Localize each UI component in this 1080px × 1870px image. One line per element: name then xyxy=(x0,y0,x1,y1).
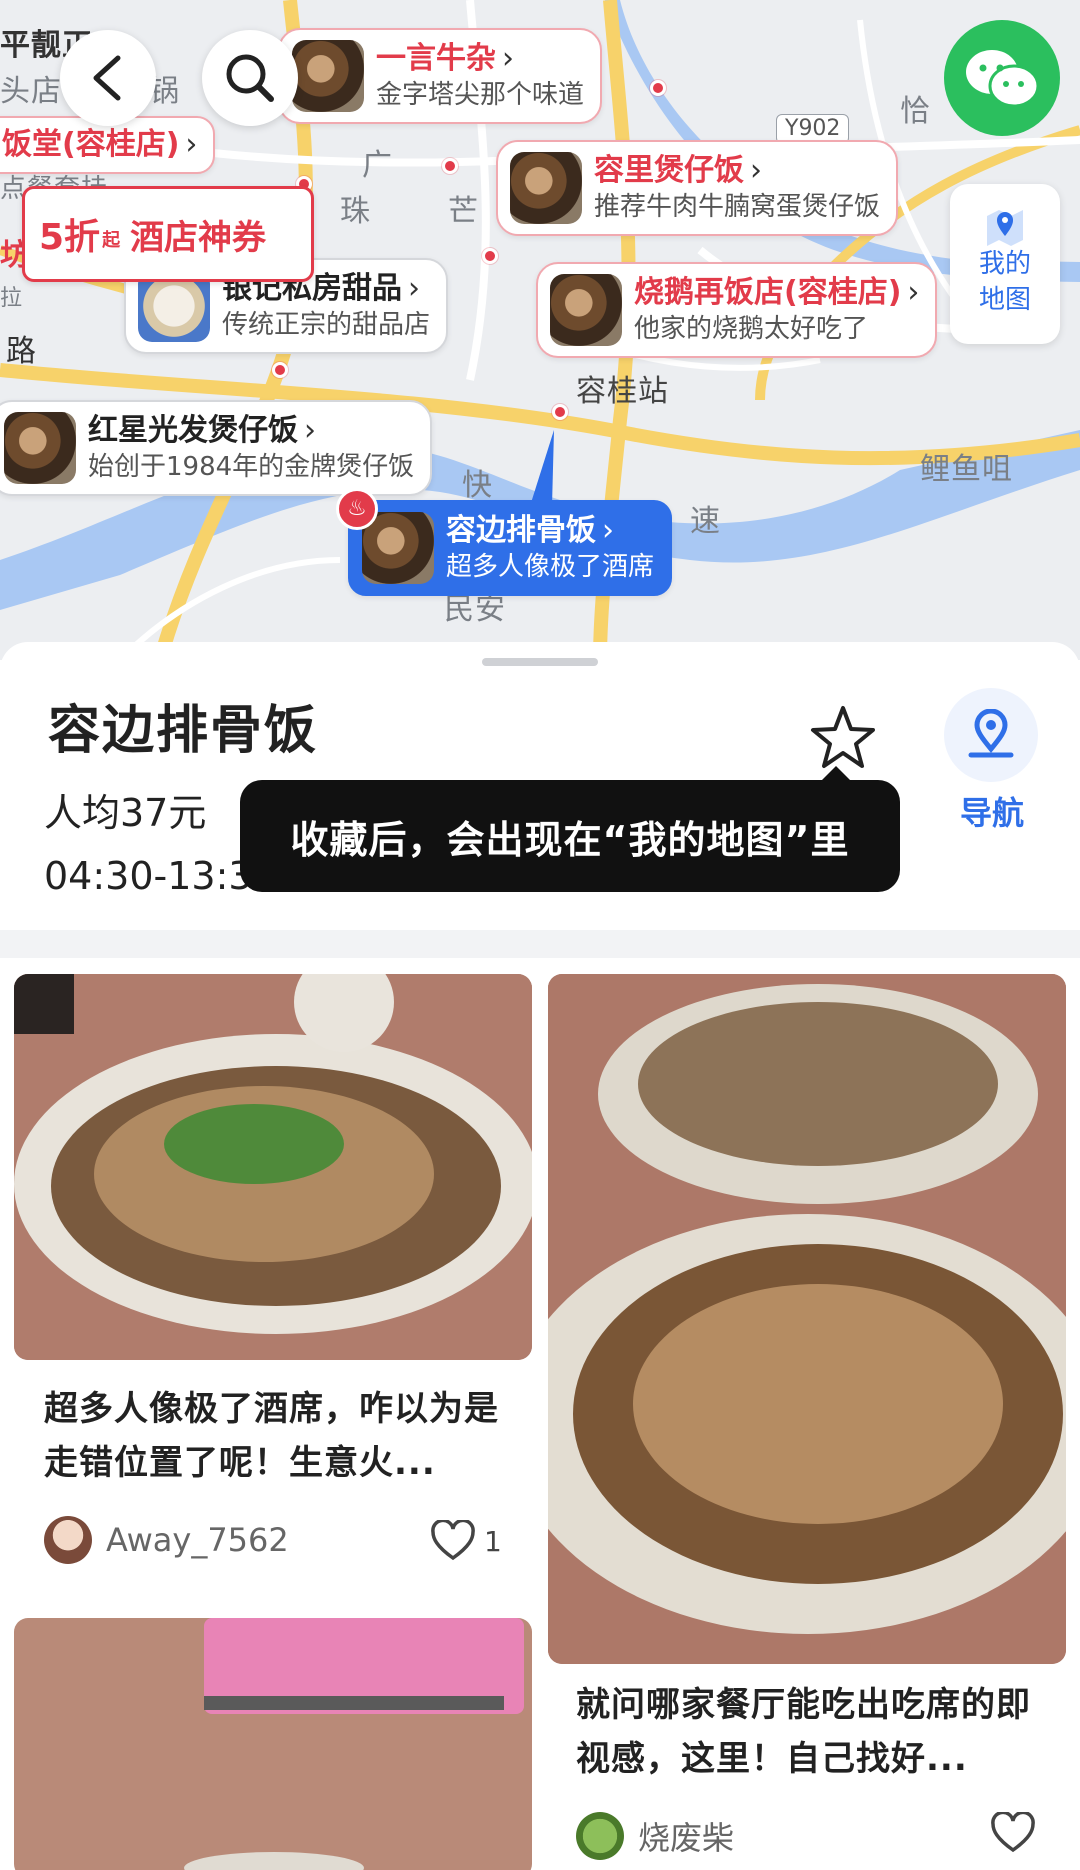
place-name: 烧鹅再饭店(容桂店) xyxy=(634,275,902,310)
food-photo xyxy=(14,974,532,1360)
chevron-right-icon: › xyxy=(185,127,198,162)
place-name: 红星光发煲仔饭 xyxy=(88,413,298,448)
place-thumbnail xyxy=(4,412,76,484)
post-image[interactable] xyxy=(548,974,1066,1664)
chevron-right-icon: › xyxy=(304,413,316,448)
post-title[interactable]: 就问哪家餐厅能吃出吃席的即视感，这里！自己找好... xyxy=(576,1678,1046,1786)
map-pin[interactable] xyxy=(272,362,288,378)
map-pin[interactable] xyxy=(482,248,498,264)
navigation-icon xyxy=(968,709,1014,758)
place-detail-sheet: 容边排骨饭 人均37元 04:30-13:3 导航 收藏后，会出现在“我的地图”… xyxy=(0,642,1080,1870)
heart-icon xyxy=(431,1520,475,1561)
place-thumbnail xyxy=(550,274,622,346)
place-desc: 他家的烧鹅太好吃了 xyxy=(634,314,869,344)
map-pin[interactable] xyxy=(442,158,458,174)
map-label: 路 xyxy=(6,334,37,369)
map-label: 快 xyxy=(462,468,493,503)
place-bubble[interactable]: 烧鹅再饭店(容桂店) › 他家的烧鹅太好吃了 xyxy=(536,262,938,358)
chevron-right-icon: › xyxy=(408,271,420,306)
map-label: 头店 xyxy=(0,74,62,109)
place-thumbnail xyxy=(292,40,364,112)
search-icon xyxy=(226,54,274,102)
food-photo xyxy=(14,1618,532,1870)
author-name: 烧废柴 xyxy=(638,1819,735,1857)
wechat-icon xyxy=(966,50,1040,108)
bubble-pointer xyxy=(530,430,554,506)
place-desc: 超多人像极了酒席 xyxy=(446,552,655,582)
place-desc: 传统正宗的甜品店 xyxy=(222,310,431,340)
drag-handle[interactable] xyxy=(482,658,598,666)
place-bubble[interactable]: 一言牛杂 › 金字塔尖那个味道 xyxy=(278,28,603,124)
place-name: 一言牛杂 xyxy=(376,41,496,76)
section-divider xyxy=(0,930,1080,958)
coupon-suffix: 起 xyxy=(102,230,121,251)
place-bubble[interactable]: 红星光发煲仔饭 › 始创于1984年的金牌煲仔饭 xyxy=(0,400,433,496)
favorite-button[interactable] xyxy=(808,702,878,772)
back-icon xyxy=(93,55,121,101)
place-thumbnail xyxy=(510,152,582,224)
post-author[interactable]: 烧废柴 xyxy=(576,1812,734,1860)
navigation-label[interactable]: 导航 xyxy=(940,788,1044,834)
favorite-tooltip: 收藏后，会出现在“我的地图”里 xyxy=(240,766,900,892)
place-desc: 推荐牛肉牛腩窝蛋煲仔饭 xyxy=(594,192,881,222)
hotel-coupon-banner[interactable]: 5折 起 酒店神券 xyxy=(22,186,314,282)
chevron-right-icon: › xyxy=(750,153,762,188)
avatar xyxy=(576,1812,624,1860)
place-title: 容边排骨饭 xyxy=(48,701,319,761)
coupon-label: 酒店神券 xyxy=(130,217,267,258)
map-label: 速 xyxy=(690,504,721,539)
chevron-right-icon: › xyxy=(907,275,920,310)
chevron-right-icon: › xyxy=(602,513,614,548)
post-author[interactable]: Away_7562 xyxy=(44,1516,289,1564)
post-image[interactable] xyxy=(14,1618,532,1870)
place-name: 饭堂(容桂店) xyxy=(2,127,180,162)
like-button[interactable]: 1 xyxy=(430,1520,502,1562)
fire-icon: ♨ xyxy=(336,488,378,530)
map-label: 鲤鱼咀 xyxy=(920,452,1013,487)
navigation-button[interactable] xyxy=(944,688,1038,782)
post-title[interactable]: 超多人像极了酒席，咋以为是走错位置了呢！生意火... xyxy=(44,1382,514,1490)
place-name: 容里煲仔饭 xyxy=(594,153,744,188)
place-bubble[interactable]: 容里煲仔饭 › 推荐牛肉牛腩窝蛋煲仔饭 xyxy=(496,140,899,236)
selected-place-bubble[interactable]: ♨ 容边排骨饭 › 超多人像极了酒席 xyxy=(336,488,673,596)
star-icon xyxy=(811,706,875,768)
map-label: 珠 xyxy=(340,194,371,229)
author-name: Away_7562 xyxy=(106,1521,289,1559)
like-count: 1 xyxy=(484,1524,502,1558)
map-label: 广 xyxy=(362,148,393,183)
map-label: 拉 xyxy=(0,286,24,311)
map-pin[interactable] xyxy=(552,404,568,420)
map-view[interactable]: 平靓正 头店 火锅 广 珠 芒 恰 路 容桂站 快 速 鲤鱼咀 民安 坊 拉 点… xyxy=(0,0,1080,660)
like-button[interactable] xyxy=(990,1812,1036,1854)
place-desc: 金字塔尖那个味道 xyxy=(376,80,585,110)
place-name: 容边排骨饭 xyxy=(446,513,596,548)
station-label: 容桂站 xyxy=(576,374,669,409)
heart-icon xyxy=(991,1812,1035,1853)
coupon-discount: 5折 xyxy=(39,217,101,258)
opening-hours: 04:30-13:3 xyxy=(44,854,253,898)
post-image[interactable] xyxy=(14,974,532,1360)
map-label: 芒 xyxy=(448,194,479,229)
map-pin-icon xyxy=(987,210,1023,246)
food-photo xyxy=(548,974,1066,1664)
map-pin[interactable] xyxy=(650,80,666,96)
my-map-button[interactable]: 我的地图 xyxy=(950,184,1060,344)
search-button[interactable] xyxy=(202,30,298,126)
my-map-label: 我的地图 xyxy=(978,249,1031,315)
avatar xyxy=(44,1516,92,1564)
map-label: 恰 xyxy=(900,94,931,129)
place-desc: 始创于1984年的金牌煲仔饭 xyxy=(88,452,415,482)
back-button[interactable] xyxy=(60,30,156,126)
average-price: 人均37元 xyxy=(44,791,207,835)
wechat-share-button[interactable] xyxy=(944,20,1060,136)
chevron-right-icon: › xyxy=(502,41,514,76)
